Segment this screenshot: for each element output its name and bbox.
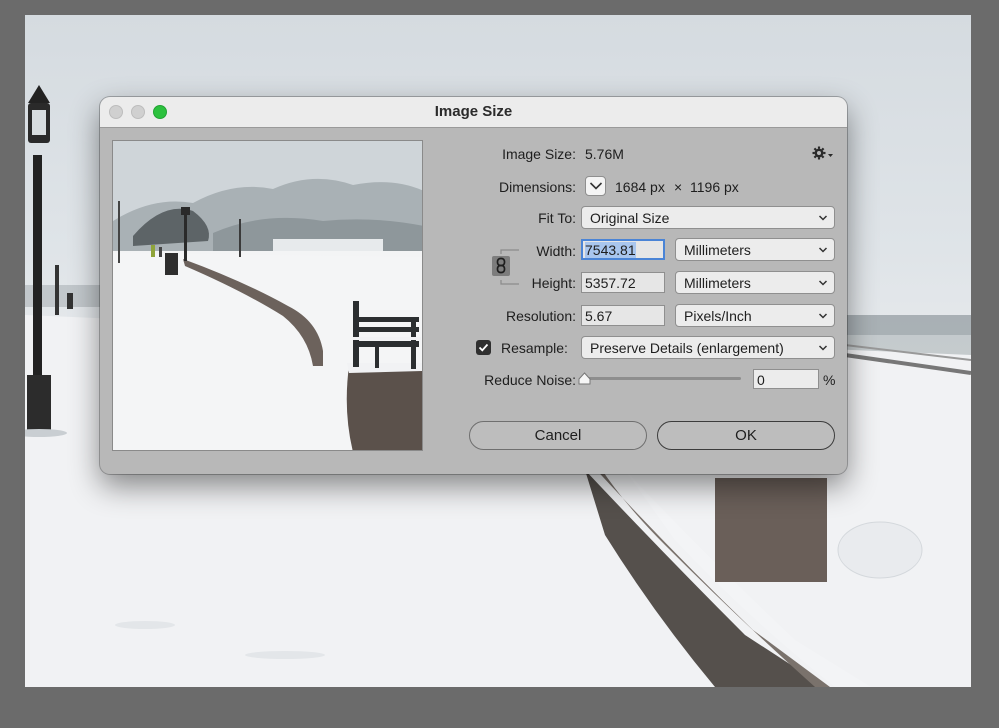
width-value: 7543.81 [585, 242, 636, 258]
resample-method-value: Preserve Details (enlargement) [590, 340, 784, 356]
width-unit-select[interactable]: Millimeters [675, 238, 835, 261]
height-unit-select[interactable]: Millimeters [675, 271, 835, 294]
width-unit-value: Millimeters [684, 242, 751, 258]
fit-to-label: Fit To: [538, 210, 576, 226]
resample-checkbox[interactable] [476, 340, 491, 355]
resolution-label: Resolution: [505, 308, 576, 324]
chevron-down-icon [818, 247, 828, 253]
image-size-value: 5.76M [585, 146, 624, 162]
height-value: 5357.72 [585, 275, 636, 291]
preview-snow-image [113, 141, 422, 450]
height-label: Height: [531, 275, 576, 291]
reduce-noise-input[interactable]: 0 [753, 369, 819, 389]
chevron-down-icon [818, 215, 828, 221]
dialog-title: Image Size [434, 103, 513, 120]
reduce-noise-value: 0 [757, 372, 765, 388]
resolution-input[interactable]: 5.67 [581, 305, 665, 326]
height-unit-value: Millimeters [684, 275, 751, 291]
image-size-dialog: Image Size Image Size: 5.76M Dimensions:… [100, 97, 847, 474]
gear-icon[interactable] [812, 145, 834, 161]
width-input[interactable]: 7543.81 [581, 239, 665, 260]
chevron-down-icon [818, 313, 828, 319]
resolution-unit-value: Pixels/Inch [684, 308, 752, 324]
resample-method-select[interactable]: Preserve Details (enlargement) [581, 336, 835, 359]
ok-button[interactable]: OK [657, 421, 835, 450]
dimensions-units-dropdown[interactable] [585, 176, 606, 196]
reduce-noise-slider-track[interactable] [583, 377, 741, 380]
resolution-unit-select[interactable]: Pixels/Inch [675, 304, 835, 327]
checkmark-icon [478, 343, 489, 352]
reduce-noise-slider-thumb[interactable] [578, 372, 591, 385]
resolution-value: 5.67 [585, 308, 613, 324]
dimensions-label: Dimensions: [498, 179, 576, 195]
image-preview[interactable] [112, 140, 423, 451]
dimensions-height-value: 1196 px [690, 179, 739, 195]
fit-to-select[interactable]: Original Size [581, 206, 835, 229]
fit-to-value: Original Size [590, 210, 670, 226]
reduce-noise-unit: % [823, 372, 836, 388]
chevron-down-icon [818, 345, 828, 351]
width-label: Width: [536, 243, 576, 259]
height-input[interactable]: 5357.72 [581, 272, 665, 293]
resample-label: Resample: [501, 340, 568, 356]
dialog-titlebar: Image Size [100, 97, 847, 128]
image-size-label: Image Size: [502, 146, 576, 162]
reduce-noise-label: Reduce Noise: [484, 372, 576, 388]
cancel-button[interactable]: Cancel [469, 421, 647, 450]
chevron-down-icon [818, 280, 828, 286]
chevron-down-icon [589, 182, 603, 190]
dimensions-times-sign: × [674, 179, 683, 195]
dimensions-width-value: 1684 px [615, 179, 665, 195]
